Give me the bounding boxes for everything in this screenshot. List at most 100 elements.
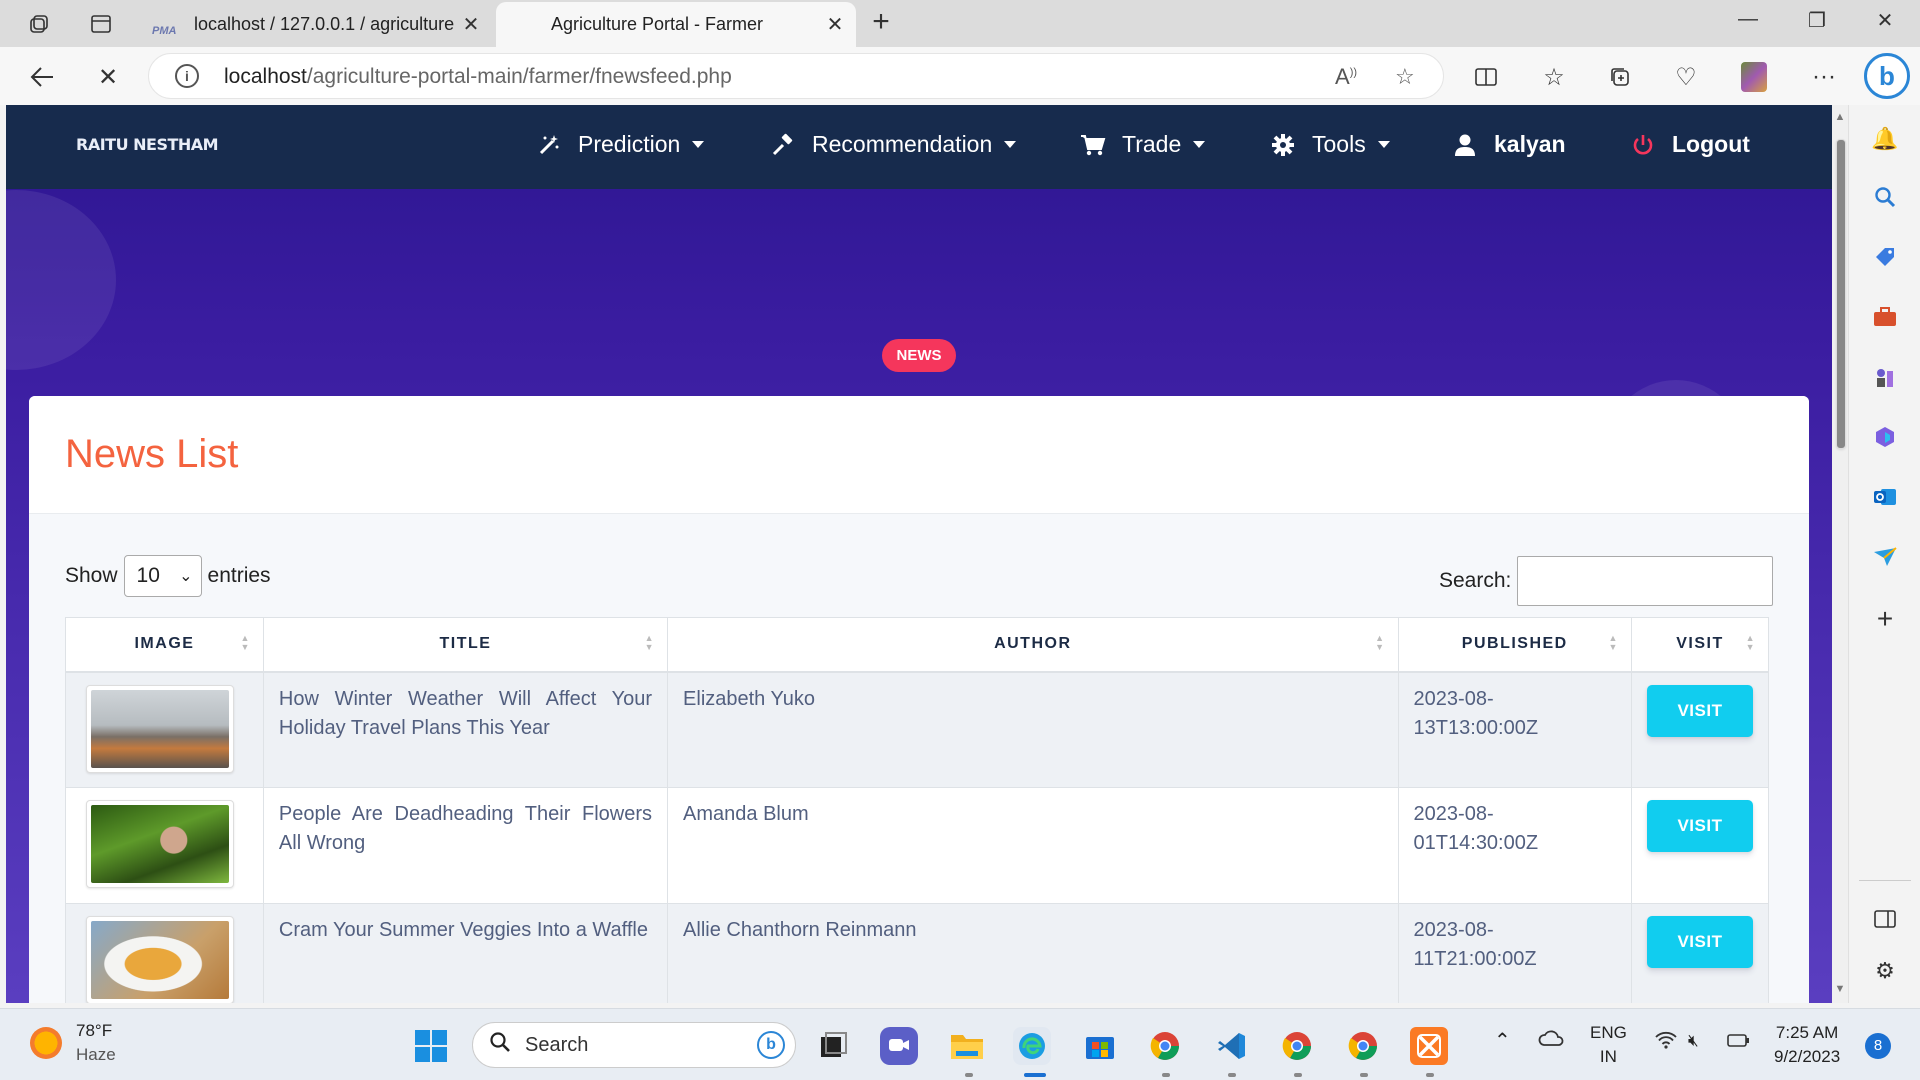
clock-time: 7:25 AM bbox=[1775, 1023, 1839, 1042]
visit-button[interactable]: VISIT bbox=[1646, 684, 1753, 737]
column-header-author[interactable]: AUTHOR ▲ ▼ bbox=[667, 617, 1399, 673]
nav-user-profile[interactable]: kalyan bbox=[1450, 131, 1566, 158]
news-table: IMAGE ▲ ▼ TITLE ▲ ▼ AUTHOR ▲ ▼ PUBLISHED ▲ ▼ VIS… bbox=[65, 617, 1770, 1003]
profile-avatar[interactable] bbox=[1736, 59, 1772, 95]
read-aloud-icon[interactable]: A)) bbox=[1335, 64, 1357, 90]
news-badge: NEWS bbox=[882, 339, 956, 372]
windows-start-icon[interactable] bbox=[412, 1027, 450, 1065]
wifi-icon[interactable] bbox=[1654, 1031, 1678, 1056]
page-title: News List bbox=[65, 432, 239, 476]
chrome-profile-icon[interactable] bbox=[1278, 1027, 1316, 1065]
vscode-icon[interactable] bbox=[1213, 1027, 1251, 1065]
language-indicator[interactable]: ENG IN bbox=[1590, 1021, 1627, 1069]
column-header-visit[interactable]: VISIT ▲ ▼ bbox=[1630, 617, 1770, 673]
nav-prediction[interactable]: Prediction bbox=[534, 131, 705, 158]
tools-briefcase-icon[interactable] bbox=[1871, 303, 1899, 331]
close-icon[interactable]: ✕ bbox=[456, 12, 486, 37]
tab-label: localhost / 127.0.0.1 / agriculture bbox=[194, 14, 455, 34]
xampp-icon[interactable] bbox=[1410, 1027, 1448, 1065]
tab-phpmyadmin[interactable]: PMA localhost / 127.0.0.1 / agriculture … bbox=[140, 2, 492, 47]
onedrive-cloud-icon[interactable] bbox=[1538, 1029, 1566, 1054]
close-icon[interactable]: ✕ bbox=[820, 12, 850, 37]
chrome-profile-icon[interactable] bbox=[1146, 1027, 1184, 1065]
nav-label: Recommendation bbox=[812, 131, 993, 157]
split-screen-icon[interactable] bbox=[1468, 59, 1504, 95]
chevron-down-icon bbox=[1004, 141, 1017, 148]
weather-widget[interactable]: 78°F Haze bbox=[30, 1019, 116, 1067]
weather-sun-icon bbox=[30, 1027, 62, 1059]
brand-logo[interactable]: RAITU NESTHAM bbox=[76, 135, 219, 154]
stop-loading-button[interactable]: ✕ bbox=[90, 59, 126, 95]
column-header-image[interactable]: IMAGE ▲ ▼ bbox=[65, 617, 264, 673]
site-info-icon[interactable]: i bbox=[175, 64, 199, 88]
outlook-icon[interactable] bbox=[1871, 483, 1899, 511]
taskbar-search[interactable]: Search b bbox=[472, 1022, 796, 1068]
magic-wand-icon bbox=[534, 133, 564, 157]
news-title: People Are Deadheading Their Flowers All… bbox=[262, 787, 669, 904]
battery-icon[interactable] bbox=[1726, 1031, 1752, 1056]
games-chess-icon[interactable] bbox=[1871, 363, 1899, 391]
edge-browser-icon[interactable] bbox=[1013, 1027, 1051, 1065]
column-header-title[interactable]: TITLE ▲ ▼ bbox=[262, 617, 669, 673]
clock[interactable]: 7:25 AM 9/2/2023 bbox=[1774, 1021, 1840, 1069]
news-author: Allie Chanthorn Reinmann bbox=[667, 903, 1399, 1003]
teams-chat-icon[interactable] bbox=[880, 1027, 918, 1065]
workspaces-icon[interactable] bbox=[24, 9, 54, 39]
favorite-star-icon[interactable]: ☆ bbox=[1395, 64, 1415, 90]
sort-icon: ▲ ▼ bbox=[1375, 633, 1386, 652]
nav-label: Logout bbox=[1672, 131, 1750, 157]
visit-button[interactable]: VISIT bbox=[1646, 916, 1753, 968]
news-card: News List Show 10 ⌄ entries Search: IMAG… bbox=[29, 396, 1809, 1003]
weather-condition: Haze bbox=[76, 1045, 116, 1064]
column-header-published[interactable]: PUBLISHED ▲ ▼ bbox=[1397, 617, 1632, 673]
restore-button[interactable]: ❐ bbox=[1792, 8, 1842, 38]
nav-tools[interactable]: Tools bbox=[1268, 131, 1390, 158]
chrome-profile-icon[interactable] bbox=[1344, 1027, 1382, 1065]
minimize-button[interactable]: — bbox=[1723, 8, 1773, 38]
new-tab-button[interactable]: + bbox=[866, 7, 896, 38]
add-icon[interactable]: + bbox=[1871, 603, 1899, 634]
sidebar-panel-icon[interactable] bbox=[1871, 905, 1899, 933]
window-close-button[interactable]: ✕ bbox=[1860, 8, 1910, 38]
scroll-up-icon[interactable]: ▲ bbox=[1832, 111, 1848, 123]
tab-agriculture-portal[interactable]: Agriculture Portal - Farmer ✕ bbox=[496, 2, 856, 47]
scroll-down-icon[interactable]: ▼ bbox=[1832, 983, 1848, 995]
collections-icon[interactable] bbox=[1602, 59, 1638, 95]
task-view-icon[interactable] bbox=[814, 1027, 852, 1065]
news-title: Cram Your Summer Veggies Into a Waffle bbox=[262, 903, 669, 1003]
search-input[interactable] bbox=[1517, 556, 1774, 606]
chevron-up-icon[interactable]: ⌃ bbox=[1494, 1029, 1511, 1053]
entries-length-control: Show 10 ⌄ entries bbox=[65, 555, 271, 597]
nav-label: Tools bbox=[1312, 131, 1366, 157]
scrollbar-thumb[interactable] bbox=[1836, 139, 1846, 449]
news-published: 2023-08-11T21:00:00Z bbox=[1397, 903, 1632, 1003]
browser-essentials-icon[interactable]: ♡ bbox=[1668, 59, 1704, 95]
microsoft-365-icon[interactable] bbox=[1871, 423, 1899, 451]
nav-recommendation[interactable]: Recommendation bbox=[768, 131, 1017, 158]
cart-icon bbox=[1078, 133, 1108, 157]
send-plane-icon[interactable] bbox=[1871, 543, 1899, 571]
favorites-icon[interactable]: ☆ bbox=[1536, 59, 1572, 95]
nav-trade[interactable]: Trade bbox=[1078, 131, 1206, 158]
search-icon[interactable] bbox=[1871, 183, 1899, 211]
visit-button[interactable]: VISIT bbox=[1646, 800, 1753, 852]
settings-gear-icon[interactable]: ⚙ bbox=[1871, 957, 1899, 985]
more-menu-icon[interactable]: ··· bbox=[1806, 59, 1842, 95]
bell-icon[interactable]: 🔔 bbox=[1871, 125, 1899, 153]
address-bar[interactable]: i localhost/agriculture-portal-main/farm… bbox=[148, 53, 1444, 99]
notification-badge[interactable]: 8 bbox=[1865, 1033, 1891, 1059]
page-scrollbar[interactable]: ▲ ▼ bbox=[1832, 105, 1848, 1003]
nav-logout[interactable]: Logout bbox=[1628, 131, 1750, 158]
bing-copilot-icon[interactable]: b bbox=[1864, 53, 1910, 99]
vertical-tabs-icon[interactable] bbox=[86, 9, 116, 39]
page-viewport: RAITU NESTHAM Prediction Recommendation … bbox=[6, 105, 1832, 1003]
microsoft-store-icon[interactable] bbox=[1081, 1027, 1119, 1065]
table-row: People Are Deadheading Their Flowers All… bbox=[65, 787, 1770, 904]
shopping-tag-icon[interactable] bbox=[1871, 243, 1899, 271]
show-label: Show bbox=[65, 564, 118, 587]
volume-muted-icon[interactable]: 🔇︎ bbox=[1688, 1029, 1699, 1053]
entries-select[interactable]: 10 ⌄ bbox=[123, 555, 202, 597]
file-explorer-icon[interactable] bbox=[948, 1027, 986, 1065]
site-navbar: RAITU NESTHAM Prediction Recommendation … bbox=[6, 105, 1832, 189]
back-button[interactable] bbox=[24, 59, 60, 95]
